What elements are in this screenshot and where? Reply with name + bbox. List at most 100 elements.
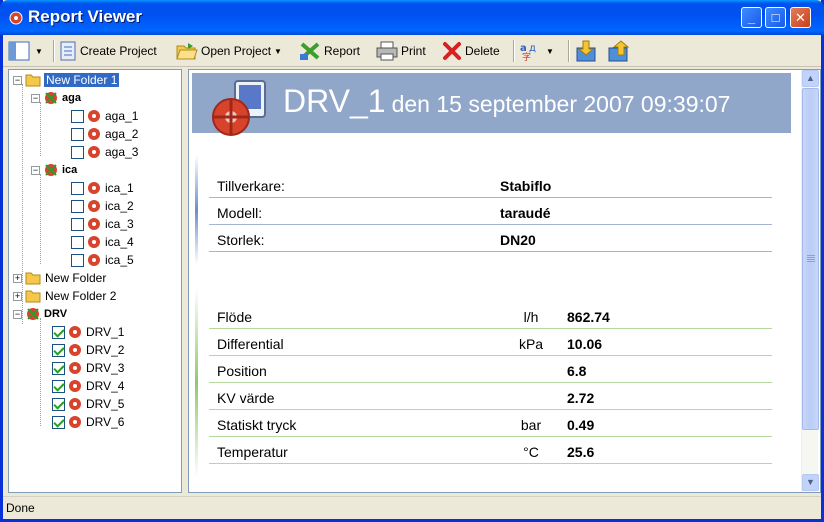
- tree-node-drv[interactable]: − DRV: [13, 305, 67, 323]
- tree-label: ica_1: [105, 181, 134, 195]
- create-project-button[interactable]: Create Project: [59, 40, 157, 62]
- measurement-value: 6.8: [567, 363, 587, 379]
- chevron-down-icon: ▼: [546, 46, 554, 56]
- valve-icon: [88, 200, 100, 212]
- expand-icon[interactable]: +: [13, 291, 22, 301]
- item-checkbox[interactable]: [71, 127, 84, 141]
- tree-node-aga[interactable]: − aga: [31, 89, 81, 107]
- item-checkbox[interactable]: [52, 325, 65, 339]
- tree-label: aga_1: [105, 109, 139, 123]
- import-icon: [576, 40, 596, 62]
- tree-item-drv-1[interactable]: DRV_1: [52, 323, 124, 341]
- item-checkbox[interactable]: [52, 415, 65, 429]
- document-icon: [60, 41, 76, 61]
- tree-item-aga-1[interactable]: aga_1: [71, 107, 138, 125]
- measurement-row: Flöde l/h 862.74: [209, 302, 772, 329]
- status-bar: Done: [3, 496, 821, 519]
- tree-item-ica-4[interactable]: ica_4: [71, 233, 134, 251]
- view-toggle-button[interactable]: ▼: [8, 40, 43, 62]
- measurement-label: Position: [217, 363, 267, 379]
- tree-item-ica-3[interactable]: ica_3: [71, 215, 134, 233]
- tree-item-drv-6[interactable]: DRV_6: [52, 413, 124, 431]
- expand-icon[interactable]: +: [13, 273, 22, 283]
- info-row: Modell: taraudé: [209, 198, 772, 225]
- close-button[interactable]: ✕: [790, 7, 811, 28]
- measurement-value: 25.6: [567, 444, 595, 460]
- item-checkbox[interactable]: [52, 343, 65, 357]
- tree-item-drv-3[interactable]: DRV_3: [52, 359, 124, 377]
- item-checkbox[interactable]: [71, 109, 84, 123]
- maximize-button[interactable]: □: [765, 7, 786, 28]
- create-project-label: Create Project: [80, 44, 157, 58]
- collapse-icon[interactable]: −: [31, 93, 40, 103]
- valve-icon: [69, 398, 81, 410]
- item-checkbox[interactable]: [71, 199, 84, 213]
- tree-item-ica-5[interactable]: ica_5: [71, 251, 134, 269]
- info-value: Stabiflo: [500, 178, 552, 194]
- item-checkbox[interactable]: [71, 235, 84, 249]
- valve-group-icon: [45, 164, 57, 176]
- tree-label: DRV_6: [86, 415, 125, 429]
- tree-item-ica-1[interactable]: ica_1: [71, 179, 134, 197]
- project-tree[interactable]: − New Folder 1 − aga aga_1 aga_2 aga_3 −: [8, 69, 182, 493]
- item-checkbox[interactable]: [71, 217, 84, 231]
- toolbar: ▼ Create Project Open Project ▼ Report P…: [3, 35, 821, 67]
- tree-item-ica-2[interactable]: ica_2: [71, 197, 134, 215]
- tree-node-new-folder-2[interactable]: + New Folder 2: [13, 287, 116, 305]
- tree-label: aga_2: [105, 127, 139, 141]
- scroll-up-button[interactable]: ▲: [802, 70, 819, 87]
- scroll-down-button[interactable]: ▼: [802, 474, 819, 491]
- collapse-icon[interactable]: −: [13, 75, 22, 85]
- measurement-label: Temperatur: [217, 444, 288, 460]
- open-project-button[interactable]: Open Project ▼: [176, 40, 282, 62]
- valve-icon: [88, 128, 100, 140]
- language-button[interactable]: a д 字 ▼: [519, 40, 554, 62]
- tree-item-drv-4[interactable]: DRV_4: [52, 377, 124, 395]
- tree-item-drv-5[interactable]: DRV_5: [52, 395, 124, 413]
- print-button[interactable]: Print: [376, 40, 426, 62]
- vertical-scrollbar[interactable]: ▲ ▼: [801, 70, 819, 492]
- valve-icon: [69, 326, 81, 338]
- collapse-icon[interactable]: −: [31, 165, 40, 175]
- language-icon: a д 字: [520, 43, 536, 61]
- chevron-down-icon: ▼: [35, 46, 43, 56]
- collapse-icon[interactable]: −: [13, 309, 22, 319]
- valve-icon: [88, 146, 100, 158]
- valve-icon: [88, 254, 100, 266]
- scroll-thumb[interactable]: [802, 88, 819, 430]
- status-text: Done: [6, 501, 35, 515]
- tree-label: New Folder 1: [44, 73, 120, 87]
- minimize-button[interactable]: _: [741, 7, 762, 28]
- export-button[interactable]: [607, 40, 634, 62]
- valve-icon: [88, 236, 100, 248]
- window-title: Report Viewer: [28, 7, 143, 26]
- tree-item-aga-2[interactable]: aga_2: [71, 125, 138, 143]
- measurement-row: Statiskt tryck bar 0.49: [209, 410, 772, 437]
- item-checkbox[interactable]: [52, 361, 65, 375]
- title-bar[interactable]: Report Viewer _ □ ✕: [0, 0, 824, 35]
- tree-node-ica[interactable]: − ica: [31, 161, 77, 179]
- export-icon: [608, 40, 630, 62]
- item-checkbox[interactable]: [52, 379, 65, 393]
- folder-open-icon: [25, 74, 41, 87]
- measurement-label: Statiskt tryck: [217, 417, 297, 433]
- measurement-row: Differential kPa 10.06: [209, 329, 772, 356]
- tree-node-new-folder-1[interactable]: − New Folder 1: [13, 71, 120, 89]
- tree-item-aga-3[interactable]: aga_3: [71, 143, 138, 161]
- tree-label: aga: [62, 92, 81, 104]
- report-button[interactable]: Report: [299, 40, 360, 62]
- item-checkbox[interactable]: [71, 181, 84, 195]
- report-title: DRV_1 den 15 september 2007 09:39:07: [283, 83, 730, 120]
- delete-button[interactable]: Delete: [442, 40, 500, 62]
- item-checkbox[interactable]: [71, 253, 84, 267]
- folder-icon: [25, 272, 41, 285]
- valve-icon: [88, 110, 100, 122]
- report-date: den 15 september 2007 09:39:07: [391, 91, 731, 117]
- item-checkbox[interactable]: [52, 397, 65, 411]
- tree-item-drv-2[interactable]: DRV_2: [52, 341, 124, 359]
- valve-icon: [88, 218, 100, 230]
- import-button[interactable]: [575, 40, 602, 62]
- tree-node-new-folder[interactable]: + New Folder: [13, 269, 106, 287]
- item-checkbox[interactable]: [71, 145, 84, 159]
- valve-icon: [69, 344, 81, 356]
